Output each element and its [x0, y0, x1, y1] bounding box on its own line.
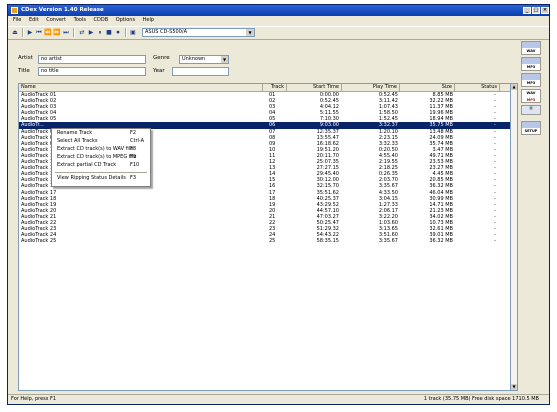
menu-separator [55, 172, 147, 173]
column-size[interactable]: Size [400, 84, 455, 91]
cell-track: 25 [269, 238, 276, 245]
menu-edit[interactable]: Edit [29, 17, 39, 23]
close-button[interactable]: × [541, 7, 549, 14]
menu-item-label: Extract partial CD Track [57, 162, 117, 168]
genre-label: Genre [153, 55, 170, 61]
title-field-value: no title [41, 68, 59, 74]
wav-to-mp3-mp3-label: MP3 [526, 98, 536, 102]
menu-bar: File Edit Convert Tools CDDB Options Hel… [8, 16, 549, 25]
menu-item-shortcut: F8 [130, 146, 137, 152]
toolbar-separator [73, 28, 75, 37]
toolbar-separator [22, 28, 24, 37]
menu-item-label: Rename Track [57, 130, 93, 136]
menu-item-rename-track[interactable]: Rename Track F2 [52, 130, 150, 137]
cd-to-mp3-button[interactable]: MP3 [521, 57, 541, 71]
cd-info-icon[interactable]: ▣ [129, 29, 137, 36]
cell-play: 3:35.67 [378, 238, 398, 245]
record-icon[interactable]: ⏺ [114, 29, 122, 36]
year-label: Year [153, 68, 165, 74]
cd-to-wav-label: WAV [526, 49, 536, 53]
genre-select-value: Unknown [182, 56, 206, 62]
table-row[interactable]: AudioTrack 25 25 58:35.15 3:35.67 36.32 MB - [19, 238, 510, 244]
menu-item-shortcut: F2 [130, 130, 137, 136]
column-start-time[interactable]: Start Time [287, 84, 342, 91]
status-disk-info: 1 track (35.75 MB) Free disk space 1710.… [423, 396, 539, 402]
toolbar: ⏏ ▶ ⏮ ⏪ ⏩ ⏭ ⇄ ▶ ⏸ ■ ⏺ ▣ ASUS CD-S500/A ▼ [8, 26, 549, 40]
random-icon[interactable]: ⇄ [78, 29, 86, 36]
cd-to-mp3-label: MP3 [526, 65, 536, 69]
status-help-text: For Help, press F1 [11, 396, 57, 402]
menu-item-label: Extract CD track(s) to MPEG file [57, 154, 137, 160]
menu-item-label: Extract CD track(s) to WAV file [57, 146, 134, 152]
drive-select-value: ASUS CD-S500/A [145, 29, 187, 35]
genre-select[interactable]: Unknown ▼ [179, 55, 229, 64]
context-menu: Rename Track F2 Select All Tracks Ctrl-A E… [51, 128, 151, 187]
column-name[interactable]: Name [19, 84, 263, 91]
main-window: CDex Version 1.40 Release _ □ × File Edi… [7, 4, 550, 405]
cd-to-wav-button[interactable]: WAV [521, 41, 541, 55]
app-icon [11, 7, 18, 14]
menu-cddb[interactable]: CDDB [94, 17, 109, 23]
bar-chart-icon: ▥ [529, 106, 533, 110]
menu-item-extract-wav[interactable]: Extract CD track(s) to WAV file F8 [52, 146, 150, 153]
artist-field-value: no artist [41, 56, 62, 62]
column-track[interactable]: Track [263, 84, 287, 91]
window-title: CDex Version 1.40 Release [21, 7, 104, 13]
year-field[interactable] [172, 67, 229, 76]
play-small-icon[interactable]: ▶ [87, 29, 95, 36]
maximize-button[interactable]: □ [532, 7, 540, 14]
scroll-up-icon[interactable]: ▲ [511, 84, 517, 90]
chevron-down-icon[interactable]: ▼ [246, 29, 254, 36]
partial-to-mp3-button[interactable]: MP3 [521, 73, 541, 87]
scroll-down-icon[interactable]: ▼ [511, 384, 517, 390]
vertical-scrollbar[interactable]: ▲ ▼ [511, 83, 518, 391]
chevron-down-icon[interactable]: ▼ [221, 56, 228, 63]
cell-status: - [494, 238, 496, 245]
drive-select[interactable]: ASUS CD-S500/A ▼ [142, 28, 255, 37]
skip-forward-icon[interactable]: ⏭ [62, 29, 70, 36]
status-bar: For Help, press F1 1 track (35.75 MB) Fr… [8, 394, 549, 404]
cell-size: 36.32 MB [429, 238, 453, 245]
wav-to-mp3-button[interactable]: WAV MP3 [521, 89, 541, 103]
cell-name: AudioTrack 25 [21, 238, 57, 245]
toolbar-separator [125, 28, 127, 37]
menu-item-shortcut: F9 [130, 154, 137, 160]
menu-file[interactable]: File [13, 17, 21, 23]
track-list-header: Name Track Start Time Play Time Size Sta… [19, 84, 510, 92]
pause-icon[interactable]: ⏸ [96, 29, 104, 36]
title-label: Title [18, 68, 30, 74]
menu-item-shortcut: F3 [130, 175, 137, 181]
wav-to-mp3-wav-label: WAV [526, 91, 536, 95]
menu-item-extract-mpeg[interactable]: Extract CD track(s) to MPEG file F9 [52, 154, 150, 161]
artist-field[interactable]: no artist [38, 55, 146, 64]
setup-button[interactable]: SETUP [521, 121, 541, 135]
menu-help[interactable]: Help [143, 17, 154, 23]
column-status[interactable]: Status [455, 84, 500, 91]
skip-back-icon[interactable]: ⏮ [35, 29, 43, 36]
menu-item-select-all[interactable]: Select All Tracks Ctrl-A [52, 138, 150, 145]
menu-item-ripping-status[interactable]: View Ripping Status Details F3 [52, 175, 150, 182]
artist-label: Artist [18, 55, 33, 61]
title-field[interactable]: no title [38, 67, 146, 76]
fast-forward-icon[interactable]: ⏩ [53, 29, 61, 36]
menu-convert[interactable]: Convert [46, 17, 66, 23]
partial-to-mp3-label: MP3 [526, 81, 536, 85]
eject-icon[interactable]: ⏏ [11, 29, 19, 36]
stop-icon[interactable]: ■ [105, 29, 113, 36]
menu-item-shortcut: F10 [130, 162, 140, 168]
menu-options[interactable]: Options [116, 17, 135, 23]
ripping-status-button[interactable]: ▥ [521, 105, 541, 115]
menu-tools[interactable]: Tools [74, 17, 86, 23]
menu-item-shortcut: Ctrl-A [130, 138, 145, 144]
play-icon[interactable]: ▶ [26, 29, 34, 36]
column-play-time[interactable]: Play Time [342, 84, 400, 91]
title-bar: CDex Version 1.40 Release _ □ × [8, 5, 549, 16]
rewind-icon[interactable]: ⏪ [44, 29, 52, 36]
menu-item-label: View Ripping Status Details [57, 175, 126, 181]
minimize-button[interactable]: _ [523, 7, 531, 14]
cell-start: 58:35.15 [316, 238, 339, 245]
menu-item-extract-partial[interactable]: Extract partial CD Track F10 [52, 162, 150, 169]
menu-item-label: Select All Tracks [57, 138, 98, 144]
setup-label: SETUP [524, 129, 538, 133]
